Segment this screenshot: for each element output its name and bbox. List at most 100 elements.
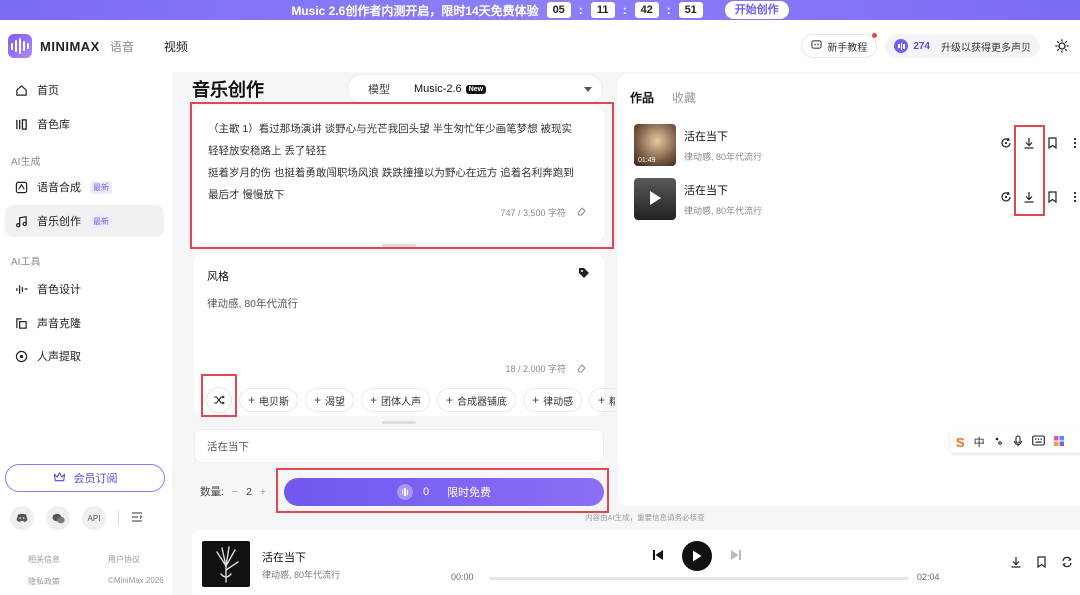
sidebar-item-voice-clone[interactable]: 声音克隆	[5, 307, 164, 339]
progress-bar[interactable]	[489, 577, 909, 580]
download-icon[interactable]	[1023, 191, 1035, 203]
sidebar-item-voice-design[interactable]: 音色设计	[5, 273, 164, 305]
track-thumbnail[interactable]: 01:49	[634, 124, 676, 166]
keyboard-icon[interactable]	[1031, 435, 1045, 449]
wechat-icon[interactable]	[46, 506, 70, 530]
more-icon[interactable]	[1069, 191, 1080, 203]
sidebar-item-voice-library[interactable]: 音色库	[5, 108, 164, 140]
tag-icon[interactable]	[578, 267, 590, 282]
time-current: 00:00	[451, 572, 474, 582]
quantity-increment[interactable]: +	[260, 486, 266, 498]
member-subscribe-button[interactable]: 会员订阅	[5, 464, 165, 492]
ime-skin-icon[interactable]	[1053, 435, 1064, 449]
logo-icon[interactable]	[8, 34, 32, 58]
play-icon[interactable]	[648, 190, 662, 209]
style-heading: 风格	[207, 271, 229, 283]
api-link[interactable]: API	[82, 506, 106, 530]
ime-mode[interactable]: 中	[974, 434, 985, 450]
countdown-minutes: 42	[634, 2, 659, 18]
style-chip[interactable]: + 律动感	[523, 388, 583, 412]
plus-icon: +	[248, 393, 256, 407]
eraser-icon[interactable]	[576, 363, 586, 375]
model-selector[interactable]: 模型 Music-2.6 New	[347, 74, 603, 104]
quantity-decrement[interactable]: −	[232, 486, 238, 498]
footer-link-user-agreement[interactable]: 用户协议	[108, 554, 188, 565]
lyrics-input[interactable]: （主歌 1）看过那场演讲 谈野心与光芒我回头望 半生匆忙年少画笔梦想 被现实 轻…	[194, 106, 604, 242]
play-button[interactable]	[682, 541, 712, 571]
footer-link-privacy[interactable]: 隐私政策	[28, 576, 108, 587]
sidebar-item-label: 音色库	[37, 119, 70, 131]
song-title-input[interactable]: 活在当下	[194, 429, 604, 463]
generate-cost: 0	[422, 486, 430, 498]
regenerate-icon[interactable]	[1000, 137, 1012, 149]
vocal-extract-icon	[14, 349, 28, 363]
promo-text: Music 2.6创作者内测开启，限时14天免费体验	[291, 3, 539, 18]
tutorial-button[interactable]: 新手教程	[801, 33, 878, 58]
sidebar-item-label: 人声提取	[37, 351, 81, 363]
brand-name[interactable]: MINIMAX	[40, 39, 100, 54]
style-chip[interactable]: + 合成器铺底	[437, 388, 517, 412]
voice-design-icon	[14, 282, 28, 296]
model-value: Music-2.6	[414, 83, 462, 95]
sidebar-item-speech-synthesis[interactable]: 语音合成 最新	[5, 171, 164, 203]
player-controls	[652, 541, 742, 571]
countdown-seconds: 51	[678, 2, 703, 18]
more-icon[interactable]	[1069, 137, 1080, 149]
next-track-icon[interactable]	[730, 549, 742, 564]
player-bar: 活在当下 律动感, 80年代流行 00:00 02:04	[192, 530, 1080, 595]
plus-icon: +	[314, 393, 322, 407]
credits-icon	[894, 39, 909, 53]
list-item[interactable]: 活在当下 律动感, 80年代流行	[634, 178, 1077, 220]
new-badge: 最新	[90, 214, 112, 228]
list-item[interactable]: 01:49 活在当下 律动感, 80年代流行	[634, 124, 1077, 166]
chip-label: 团体人声	[381, 396, 422, 408]
ime-punctuation-icon[interactable]	[994, 436, 1004, 449]
style-chip[interactable]: + 团体人声	[361, 388, 431, 412]
start-creating-button[interactable]: 开始创作	[724, 1, 789, 19]
sidebar-item-vocal-extract[interactable]: 人声提取	[5, 340, 164, 372]
footer-link-related-info[interactable]: 相关信息	[28, 554, 108, 565]
tab-favorites[interactable]: 收藏	[672, 89, 696, 106]
divider	[118, 511, 119, 525]
style-chip[interactable]: + 电贝斯	[239, 388, 299, 412]
lyrics-char-counter: 747 / 3,500 字符	[500, 208, 566, 218]
collapse-sidebar-icon[interactable]	[131, 511, 143, 526]
ime-toolbar: S 中	[950, 431, 1080, 453]
bookmark-icon[interactable]	[1046, 191, 1058, 203]
previous-track-icon[interactable]	[652, 549, 664, 564]
regenerate-icon[interactable]	[1000, 191, 1012, 203]
sidebar: 首页 音色库 AI生成 语音合成 最新 音乐创作 最新 AI工具 音色设计 声音…	[0, 72, 172, 595]
tab-works[interactable]: 作品	[630, 89, 654, 106]
style-chip[interactable]: +精	[589, 388, 616, 412]
resize-handle[interactable]	[382, 244, 416, 247]
discord-icon[interactable]	[10, 506, 34, 530]
upgrade-button[interactable]: 274 升级以获得更多声贝	[885, 34, 1040, 58]
bookmark-icon[interactable]	[1036, 556, 1047, 571]
countdown-separator: :	[666, 3, 671, 17]
eraser-icon[interactable]	[576, 202, 586, 224]
loop-icon[interactable]	[1061, 556, 1073, 571]
music-note-icon	[14, 214, 28, 228]
promo-banner: Music 2.6创作者内测开启，限时14天免费体验 05 : 11 : 42 …	[0, 0, 1080, 20]
lyrics-line: （主歌 1）看过那场演讲 谈野心与光芒我回头望 半生匆忙年少画笔梦想 被现实	[208, 123, 573, 135]
track-thumbnail[interactable]	[634, 178, 676, 220]
countdown-separator: :	[578, 3, 583, 17]
resize-handle[interactable]	[382, 421, 416, 424]
notification-dot	[872, 33, 878, 38]
nav-video[interactable]: 视频	[164, 38, 188, 55]
shuffle-icon[interactable]	[206, 387, 232, 413]
quantity-value[interactable]: 2	[246, 486, 252, 498]
sidebar-item-music-creation[interactable]: 音乐创作 最新	[5, 205, 164, 237]
ime-logo[interactable]: S	[956, 435, 965, 450]
player-cover[interactable]	[202, 541, 250, 587]
style-chip[interactable]: + 渴望	[305, 388, 355, 412]
microphone-icon[interactable]	[1013, 434, 1023, 450]
sidebar-item-home[interactable]: 首页	[5, 74, 164, 106]
generate-button[interactable]: 0 限时免费	[284, 478, 604, 506]
download-icon[interactable]	[1023, 137, 1035, 149]
style-input[interactable]: 律动感, 80年代流行	[207, 296, 298, 311]
download-icon[interactable]	[1010, 556, 1022, 571]
theme-toggle-icon[interactable]	[1052, 36, 1072, 56]
bookmark-icon[interactable]	[1046, 137, 1058, 149]
chip-label: 合成器铺底	[457, 396, 508, 408]
